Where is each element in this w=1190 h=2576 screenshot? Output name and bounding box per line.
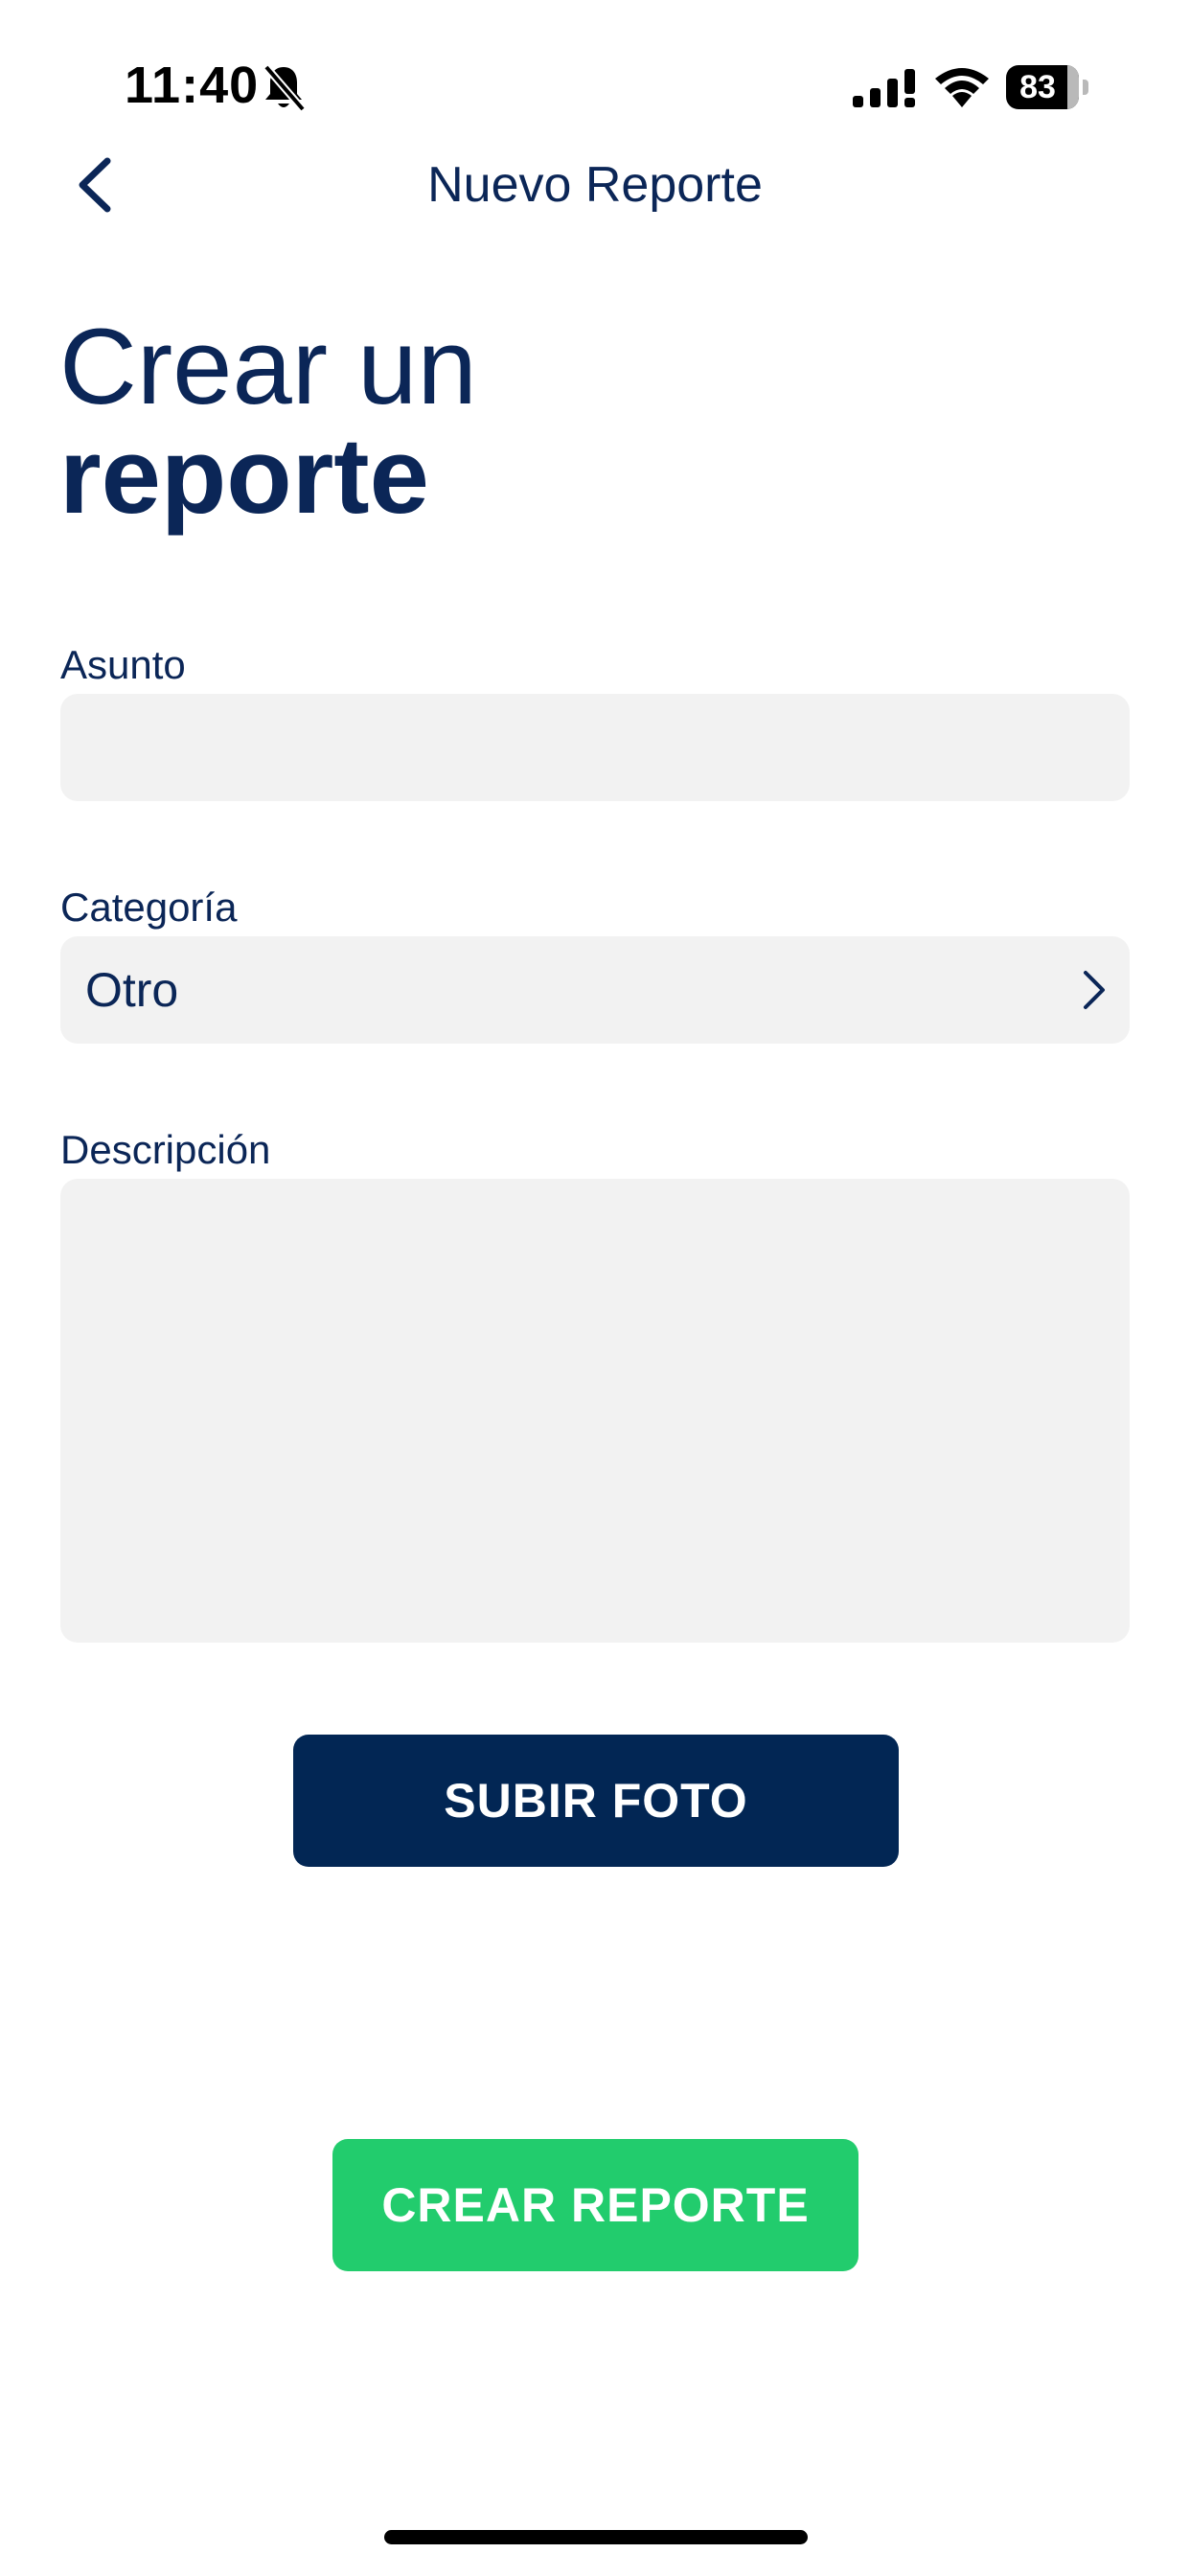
description-textarea[interactable] bbox=[60, 1179, 1130, 1643]
description-label: Descripción bbox=[60, 1127, 271, 1172]
nav-title: Nuevo Reporte bbox=[427, 157, 763, 213]
category-label: Categoría bbox=[60, 885, 238, 930]
create-report-button[interactable]: CREAR REPORTE bbox=[332, 2139, 858, 2271]
page-title-line1: Crear un bbox=[59, 307, 477, 426]
battery-level: 83 bbox=[1019, 69, 1056, 105]
chevron-right-icon bbox=[1084, 971, 1105, 1009]
category-select[interactable]: Otro bbox=[60, 936, 1130, 1044]
status-time: 11:40 bbox=[125, 57, 260, 114]
category-value: Otro bbox=[85, 963, 179, 1017]
battery-icon: 83 bbox=[1006, 65, 1090, 109]
subject-label: Asunto bbox=[60, 642, 186, 687]
upload-photo-button[interactable]: SUBIR FOTO bbox=[293, 1735, 899, 1867]
cellular-signal-icon bbox=[853, 69, 915, 107]
wifi-icon bbox=[935, 68, 989, 107]
status-bar: 11:40 83 bbox=[0, 0, 1190, 172]
battery-body: 83 bbox=[1006, 65, 1079, 109]
subject-input[interactable] bbox=[60, 694, 1130, 801]
battery-cap bbox=[1083, 80, 1088, 95]
home-indicator bbox=[384, 2530, 808, 2544]
page-title-line2: reporte bbox=[59, 416, 429, 536]
bell-slash-icon bbox=[263, 64, 307, 112]
